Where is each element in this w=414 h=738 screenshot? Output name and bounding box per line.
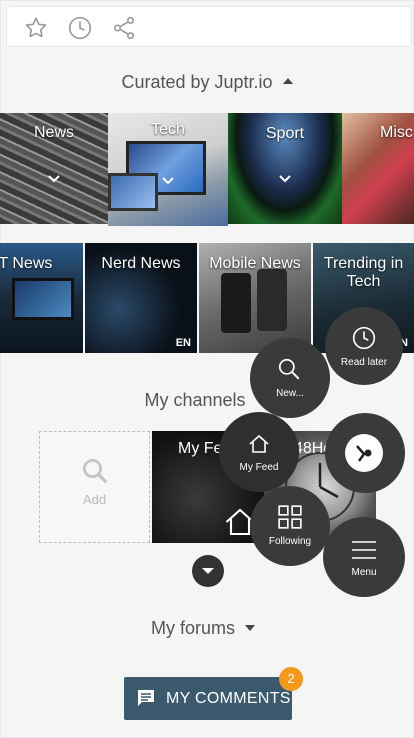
toggle-button[interactable] xyxy=(325,413,405,493)
feed-tile-mobile-news[interactable]: Mobile News xyxy=(199,243,311,353)
read-later-label: Read later xyxy=(340,357,388,368)
clock-icon[interactable] xyxy=(67,15,93,41)
read-later-button[interactable]: Read later xyxy=(325,307,403,385)
clock-icon xyxy=(352,326,376,350)
caret-up-icon xyxy=(282,78,293,85)
forums-header[interactable]: My forums xyxy=(0,618,410,639)
category-tile-sport[interactable]: Sport xyxy=(228,113,342,224)
feed-tile-nerd-news[interactable]: Nerd News EN xyxy=(85,243,197,353)
new-label: New... xyxy=(276,388,304,399)
caret-down-icon xyxy=(202,568,214,574)
toggle-icon xyxy=(356,445,372,462)
category-label: Tech xyxy=(151,121,185,138)
chevron-down-icon xyxy=(162,177,174,185)
search-icon xyxy=(278,358,300,380)
feed-label: Trending in Tech xyxy=(323,255,404,290)
channels-title: My channels xyxy=(144,390,246,410)
channels-header[interactable]: My channels xyxy=(0,390,402,411)
feed-tile-it-news[interactable]: IT News xyxy=(0,243,83,353)
feed-label: IT News xyxy=(0,255,53,272)
forums-title: My forums xyxy=(150,618,235,638)
chevron-down-icon xyxy=(279,175,291,183)
category-label: News xyxy=(33,124,74,141)
top-toolbar xyxy=(6,6,412,47)
hamburger-menu-icon xyxy=(352,541,376,559)
home-icon xyxy=(249,434,269,453)
add-channel-button[interactable]: Add xyxy=(39,431,150,543)
curated-title: Curated by Juptr.io xyxy=(121,72,273,92)
search-icon xyxy=(83,459,108,484)
my-feed-label: My Feed xyxy=(239,462,279,473)
menu-button[interactable]: Menu xyxy=(323,517,405,597)
caret-down-icon xyxy=(245,625,255,632)
comments-count-badge: 2 xyxy=(279,667,303,691)
add-label: Add xyxy=(82,492,107,507)
feed-label: Mobile News xyxy=(209,255,301,272)
my-comments-button[interactable]: MY COMMENTS xyxy=(124,677,292,720)
menu-label: Menu xyxy=(351,567,377,578)
category-tile-misc[interactable]: Misc xyxy=(342,113,414,224)
new-button[interactable]: New... xyxy=(250,338,330,418)
my-feed-button[interactable]: My Feed xyxy=(219,412,299,492)
curated-header[interactable]: Curated by Juptr.io xyxy=(0,72,414,93)
category-tile-news[interactable]: News xyxy=(0,113,108,224)
my-comments-label: MY COMMENTS xyxy=(166,690,291,707)
grid-icon xyxy=(278,505,302,529)
expand-channels-button[interactable] xyxy=(192,555,224,587)
chevron-down-icon xyxy=(48,175,60,183)
share-icon[interactable] xyxy=(111,15,137,41)
category-label: Misc xyxy=(380,124,413,141)
feed-label: Nerd News xyxy=(101,255,181,272)
category-tile-tech[interactable]: Tech xyxy=(108,113,228,226)
following-label: Following xyxy=(268,536,312,547)
category-label: Sport xyxy=(265,125,305,142)
star-icon[interactable] xyxy=(23,15,49,41)
comment-icon xyxy=(138,690,154,706)
language-badge: EN xyxy=(175,337,191,349)
following-button[interactable]: Following xyxy=(250,486,330,566)
